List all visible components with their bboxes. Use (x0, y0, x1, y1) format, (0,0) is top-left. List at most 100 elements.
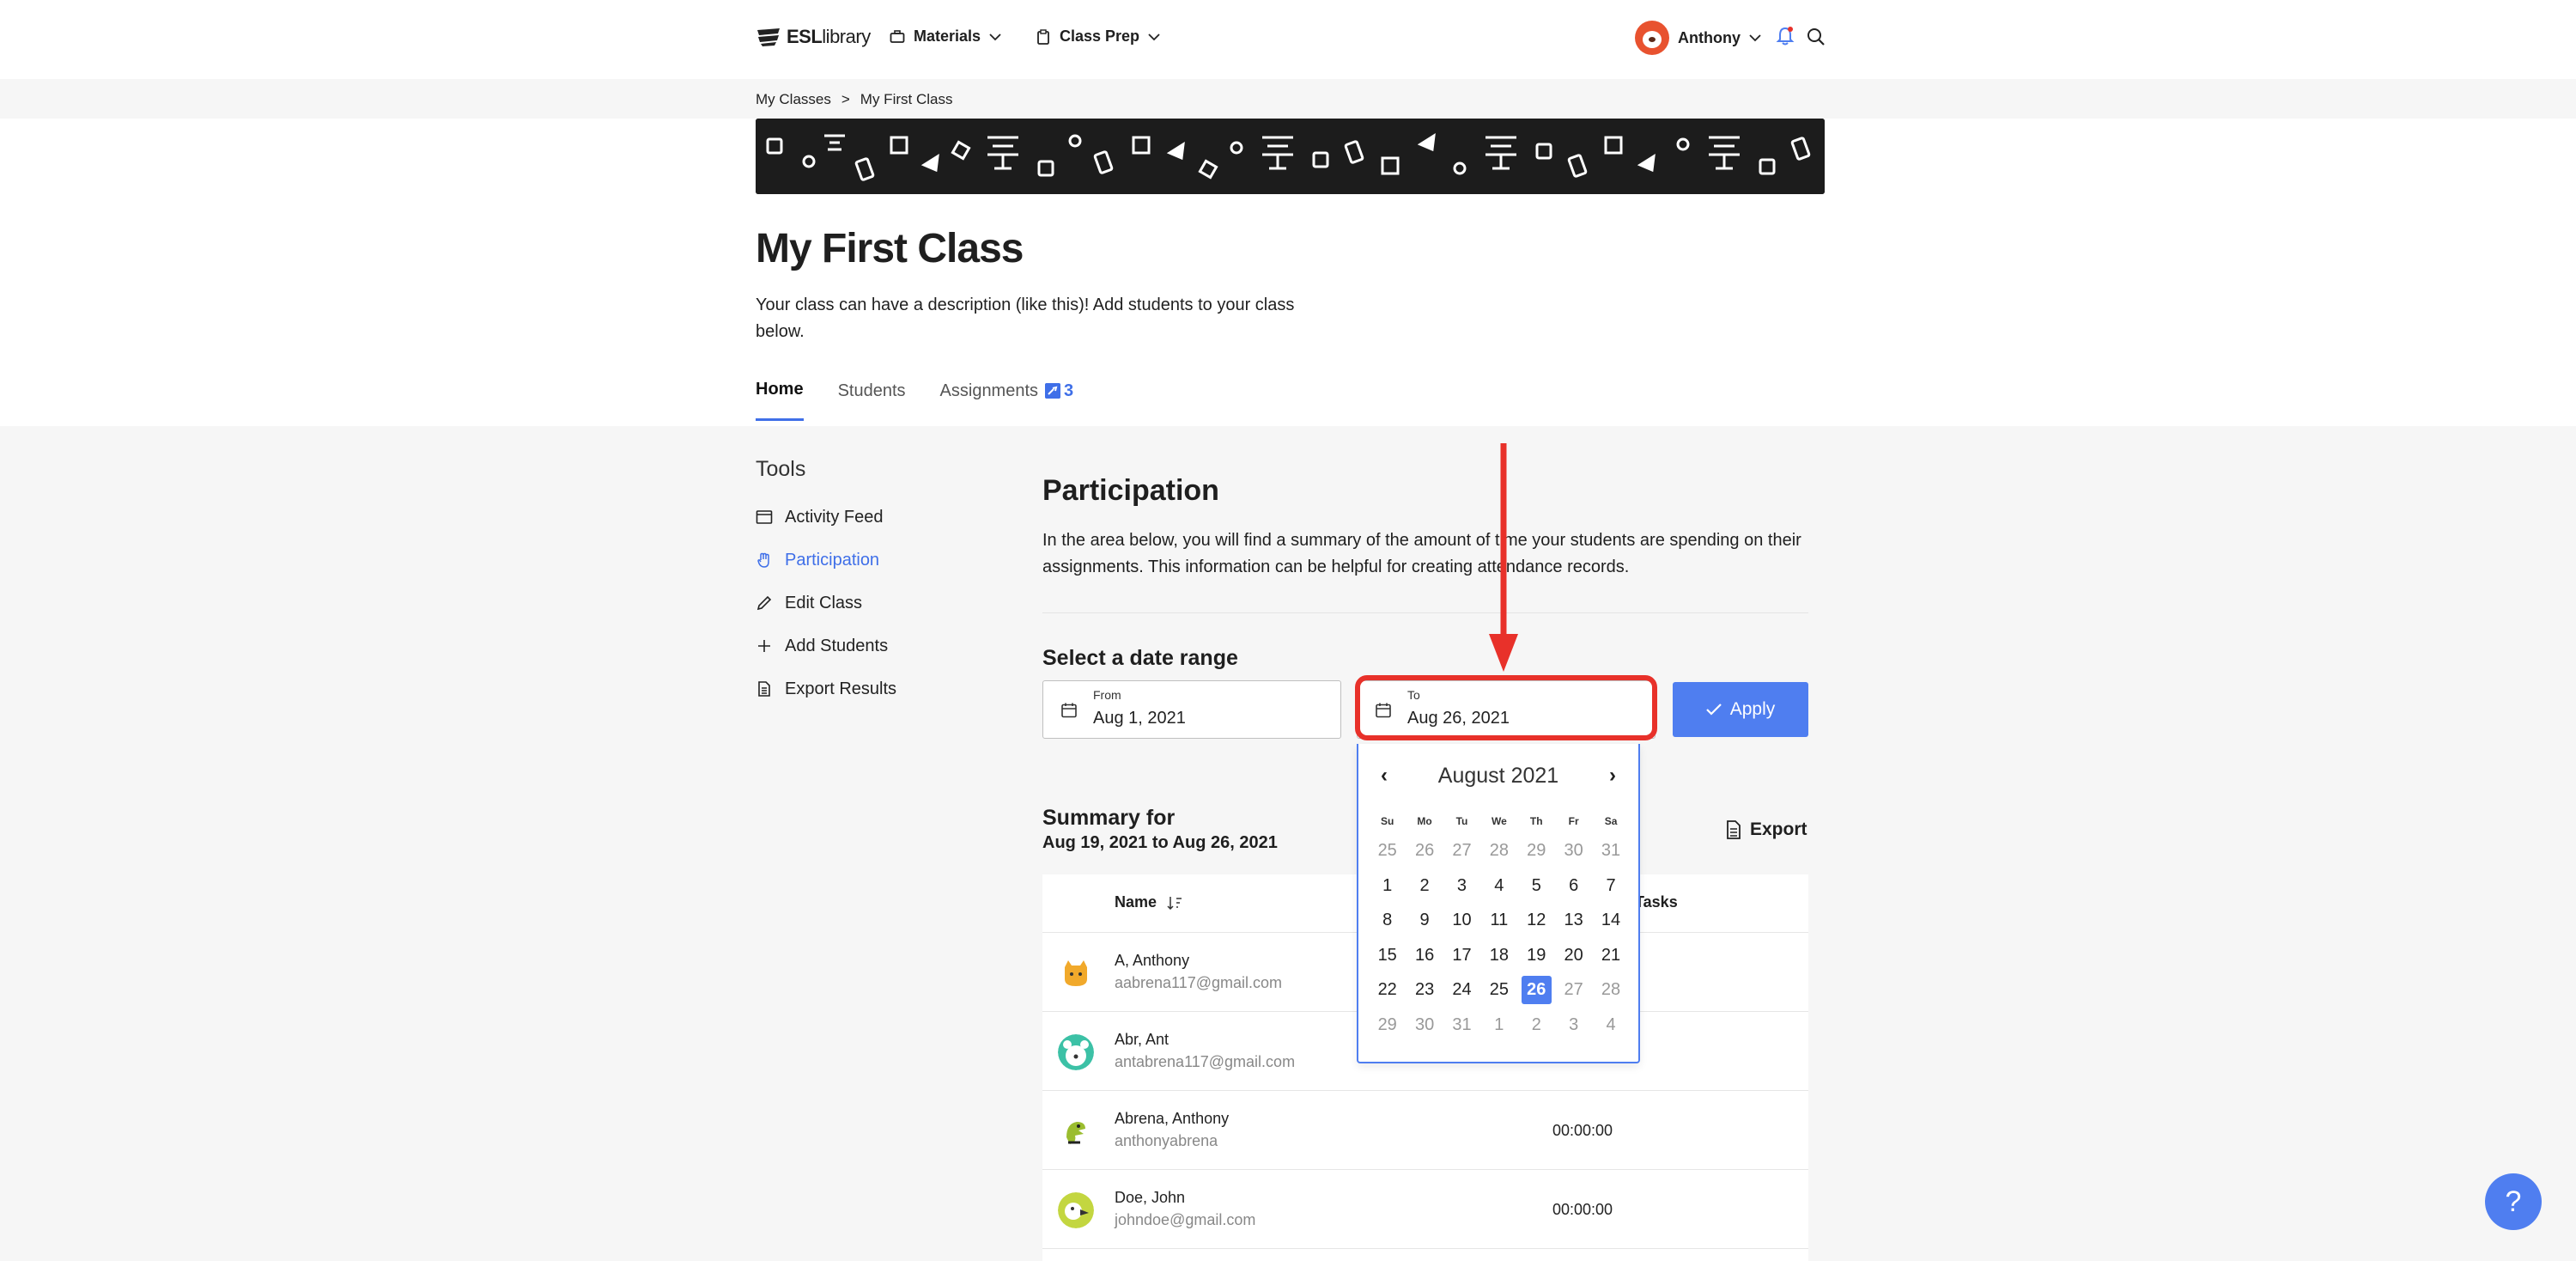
search-icon[interactable] (1807, 27, 1826, 46)
help-button[interactable]: ? (2485, 1173, 2542, 1230)
calendar-day[interactable]: 21 (1592, 938, 1629, 973)
calendar-day[interactable]: 28 (1592, 972, 1629, 1008)
annotation-highlight-box (1355, 675, 1657, 740)
student-name: Doe, John (1115, 1189, 1186, 1206)
breadcrumb: My Classes > My First Class (756, 91, 952, 108)
calendar-day[interactable]: 7 (1592, 868, 1629, 904)
breadcrumb-separator: > (841, 91, 850, 107)
calendar-day[interactable]: 11 (1480, 903, 1517, 938)
top-navbar: ESLlibrary Materials Class Prep Anthony (0, 0, 2576, 79)
tool-add-students[interactable]: Add Students (756, 624, 896, 667)
esl-library-logo[interactable]: ESLlibrary (756, 26, 871, 48)
calendar-day[interactable]: 20 (1555, 938, 1592, 973)
calendar-grid: Su Mo Tu We Th Fr Sa 25 26 27 28 29 30 31 1 2 3 4 5 6 7 8 9 10 1… (1369, 809, 1630, 1042)
from-date-field[interactable]: From Aug 1, 2021 (1042, 680, 1341, 739)
user-menu[interactable]: Anthony (1635, 21, 1761, 55)
calendar-day[interactable]: 24 (1443, 972, 1480, 1008)
class-prep-menu[interactable]: Class Prep (1036, 27, 1160, 46)
logo-icon (757, 28, 780, 46)
tab-assignments-label: Assignments (939, 381, 1039, 400)
calendar-day[interactable]: 26 (1406, 833, 1443, 868)
apply-button[interactable]: Apply (1673, 682, 1808, 737)
calendar-day[interactable]: 2 (1406, 868, 1443, 904)
bear-avatar-icon (1058, 1034, 1094, 1070)
tool-export-results[interactable]: Export Results (756, 667, 896, 710)
calendar-day[interactable]: 12 (1518, 903, 1555, 938)
calendar-day[interactable]: 18 (1480, 938, 1517, 973)
weekday-label: Mo (1417, 815, 1432, 827)
tab-students[interactable]: Students (838, 380, 906, 421)
calendar-day[interactable]: 3 (1443, 868, 1480, 904)
tool-activity-feed[interactable]: Activity Feed (756, 496, 896, 539)
calendar-day[interactable]: 6 (1555, 868, 1592, 904)
tool-edit-class[interactable]: Edit Class (756, 582, 896, 624)
tools-heading: Tools (756, 457, 806, 481)
bell-icon[interactable] (1776, 26, 1795, 46)
tab-home[interactable]: Home (756, 380, 804, 421)
table-row[interactable]: Doe, John johndoe@gmail.com 00:00:00 (1042, 1170, 1808, 1249)
calendar-day[interactable]: 9 (1406, 903, 1443, 938)
calendar-day[interactable]: 2 (1518, 1008, 1555, 1043)
student-name: Abrena, Anthony (1115, 1110, 1230, 1127)
export-button[interactable]: Export (1726, 819, 1807, 840)
calendar-day[interactable]: 4 (1480, 868, 1517, 904)
chevron-down-icon (1749, 34, 1761, 42)
student-name: Abr, Ant (1115, 1031, 1170, 1048)
calendar-day[interactable]: 31 (1592, 833, 1629, 868)
class-description: Your class can have a description (like … (756, 295, 1295, 341)
weekday-label: Tu (1455, 815, 1468, 827)
calendar-day[interactable]: 13 (1555, 903, 1592, 938)
weekday-label: Su (1381, 815, 1394, 827)
calendar-day[interactable]: 15 (1369, 938, 1406, 973)
calendar-day[interactable]: 25 (1369, 833, 1406, 868)
calendar-day[interactable]: 1 (1480, 1008, 1517, 1043)
calendar-day[interactable]: 28 (1480, 833, 1517, 868)
calendar-day[interactable]: 30 (1406, 1008, 1443, 1043)
weekday-label: We (1491, 815, 1507, 827)
calendar-day-selected[interactable]: 26 (1521, 976, 1552, 1004)
materials-label: Materials (914, 27, 981, 45)
table-row[interactable]: Abrena, Anthony anthonyabrena 00:00:00 (1042, 1091, 1808, 1170)
calendar-day[interactable]: 30 (1555, 833, 1592, 868)
student-email: antabrena117@gmail.com (1115, 1053, 1296, 1070)
breadcrumb-my-classes[interactable]: My Classes (756, 91, 831, 108)
calendar-day[interactable]: 19 (1518, 938, 1555, 973)
calendar-day[interactable]: 25 (1480, 972, 1517, 1008)
calendar-day[interactable]: 16 (1406, 938, 1443, 973)
weekday-label: Th (1529, 815, 1543, 827)
briefcase-icon (890, 29, 905, 43)
participation-title: Participation (1042, 474, 1219, 507)
tab-assignments[interactable]: Assignments 3 (940, 380, 1074, 421)
apply-label: Apply (1729, 699, 1776, 719)
calendar-day[interactable]: 29 (1518, 833, 1555, 868)
from-value: Aug 1, 2021 (1093, 709, 1186, 728)
page-title: My First Class (756, 226, 1024, 271)
materials-menu[interactable]: Materials (890, 27, 1001, 46)
name-column-header[interactable]: Name (1115, 893, 1182, 911)
calendar-day[interactable]: 5 (1518, 868, 1555, 904)
calendar-day[interactable]: 27 (1555, 972, 1592, 1008)
next-month-button[interactable]: › (1609, 764, 1616, 788)
plus-icon (758, 640, 770, 652)
calendar-day[interactable]: 14 (1592, 903, 1629, 938)
calendar-month-label: August 2021 (1437, 763, 1559, 788)
calendar-day[interactable]: 27 (1443, 833, 1480, 868)
calendar-day[interactable]: 17 (1443, 938, 1480, 973)
prev-month-button[interactable]: ‹ (1381, 764, 1388, 788)
calendar-day[interactable]: 3 (1555, 1008, 1592, 1043)
calendar-day[interactable]: 31 (1443, 1008, 1480, 1043)
calendar-day[interactable]: 8 (1369, 903, 1406, 938)
calendar-day[interactable]: 1 (1369, 868, 1406, 904)
calendar-day[interactable]: 10 (1443, 903, 1480, 938)
annotation-arrow-icon (1489, 443, 1518, 672)
calendar-day[interactable]: 4 (1592, 1008, 1629, 1043)
assignments-count-badge: 3 (1045, 381, 1073, 401)
date-picker-popup: ‹ August 2021 › Su Mo Tu We Th Fr Sa 25 26 27 28 29… (1357, 744, 1640, 1063)
tool-label: Activity Feed (785, 507, 884, 527)
user-name: Anthony (1678, 28, 1741, 46)
calendar-day[interactable]: 29 (1369, 1008, 1406, 1043)
tool-participation[interactable]: Participation (756, 539, 896, 582)
calendar-day[interactable]: 22 (1369, 972, 1406, 1008)
calendar-day[interactable]: 23 (1406, 972, 1443, 1008)
student-time: 00:00:00 (1552, 1122, 1613, 1139)
